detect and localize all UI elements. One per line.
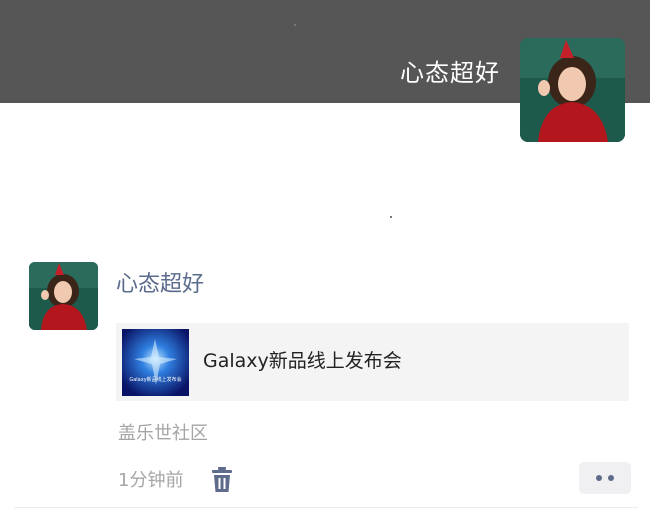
more-dots-icon	[596, 475, 602, 481]
profile-avatar[interactable]	[520, 38, 625, 142]
page-speck	[390, 216, 392, 218]
cover-speck	[294, 24, 296, 26]
link-thumbnail: Galaxy新品线上发布会	[122, 329, 189, 396]
user-avatar-photo-icon	[29, 262, 98, 330]
delete-button[interactable]	[210, 466, 234, 494]
item-divider	[14, 507, 638, 508]
blue-light-burst-icon: Galaxy新品线上发布会	[122, 329, 189, 396]
moment-username[interactable]: 心态超好	[116, 270, 204, 300]
link-title: Galaxy新品线上发布会	[203, 350, 402, 372]
moments-page: 心态超好 心态超好 Galaxy新品线上发布会 Galaxy新品线上发布会 盖乐…	[0, 0, 650, 514]
post-time: 1分钟前	[118, 470, 184, 491]
more-dots-icon	[608, 475, 614, 481]
more-button[interactable]	[579, 462, 631, 494]
profile-username[interactable]: 心态超好	[400, 58, 500, 88]
source-label[interactable]: 盖乐世社区	[118, 421, 208, 447]
trash-icon	[212, 467, 232, 492]
shared-link-card[interactable]: Galaxy新品线上发布会 Galaxy新品线上发布会	[116, 323, 629, 401]
moment-avatar[interactable]	[29, 262, 98, 330]
thumbnail-caption: Galaxy新品线上发布会	[129, 376, 181, 383]
user-avatar-photo-icon	[520, 38, 625, 142]
